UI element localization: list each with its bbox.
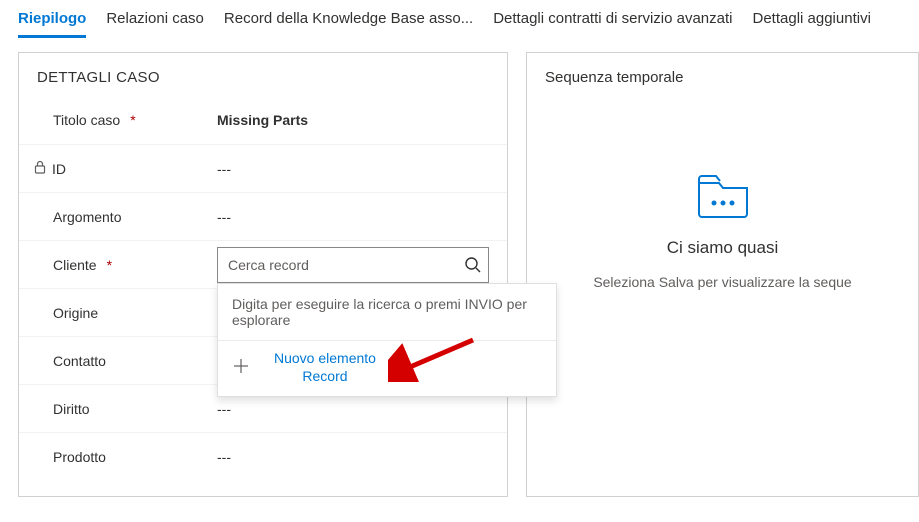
customer-lookup: Digita per eseguire la ricerca o premi I… [217,247,489,283]
required-indicator: * [103,257,112,273]
field-row-title: Titolo caso * Missing Parts [19,96,507,144]
case-details-title: DETTAGLI CASO [19,53,507,92]
case-fields: Titolo caso * Missing Parts ID --- [19,92,507,496]
field-value-title[interactable]: Missing Parts [217,112,489,128]
timeline-empty-subtitle: Seleziona Salva per visualizzare la sequ… [593,274,851,290]
required-indicator: * [126,112,135,128]
field-label-wrap: Contatto [37,353,217,369]
tab-kb-records[interactable]: Record della Knowledge Base asso... [224,4,473,38]
content-area: DETTAGLI CASO Titolo caso * Missing Part… [0,38,919,511]
field-label-wrap: ID [37,160,217,177]
tab-case-relations[interactable]: Relazioni caso [106,4,204,38]
field-label-wrap: Diritto [37,401,217,417]
field-label-subject: Argomento [53,209,121,225]
field-label-wrap: Origine [37,305,217,321]
field-label-customer: Cliente [53,257,97,273]
lookup-flyout: Digita per eseguire la ricerca o premi I… [217,283,557,398]
field-value-entitlement[interactable]: --- [217,401,489,417]
field-label-wrap: Argomento [37,209,217,225]
timeline-empty-state: Ci siamo quasi Seleziona Salva per visua… [527,173,918,290]
tab-summary[interactable]: Riepilogo [18,4,86,38]
folder-icon [695,173,751,222]
field-value-subject[interactable]: --- [217,209,489,225]
field-row-id: ID --- [19,144,507,192]
timeline-empty-title: Ci siamo quasi [667,238,779,258]
field-label-origin: Origine [53,305,98,321]
field-label-wrap: Prodotto [37,449,217,465]
field-label-entitlement: Diritto [53,401,90,417]
field-label-contact: Contatto [53,353,106,369]
field-row-product: Prodotto --- [19,432,507,480]
field-label-product: Prodotto [53,449,106,465]
timeline-panel: Sequenza temporale Ci siamo quasi Selezi… [526,52,919,497]
customer-search-input[interactable] [217,247,489,283]
timeline-title: Sequenza temporale [527,53,918,92]
field-label-title: Titolo caso [53,112,120,128]
case-details-panel: DETTAGLI CASO Titolo caso * Missing Part… [18,52,508,497]
field-label-wrap: Titolo caso * [37,112,217,128]
lock-icon [37,160,46,177]
tab-strip: Riepilogo Relazioni caso Record della Kn… [0,0,919,38]
new-record-label: Nuovo elemento Record [274,349,376,387]
field-label-wrap: Cliente * [37,257,217,273]
lookup-flyout-hint: Digita per eseguire la ricerca o premi I… [218,284,556,341]
new-record-button[interactable]: Nuovo elemento Record [218,341,556,397]
tab-additional-details[interactable]: Dettagli aggiuntivi [753,4,871,38]
field-value-product[interactable]: --- [217,449,489,465]
plus-icon [232,357,250,378]
tab-service-contracts[interactable]: Dettagli contratti di servizio avanzati [493,4,732,38]
field-value-id: --- [217,161,489,177]
field-label-id: ID [52,161,66,177]
field-row-customer: Cliente * Digita per eseguire la ricerca… [19,240,507,288]
field-row-subject: Argomento --- [19,192,507,240]
